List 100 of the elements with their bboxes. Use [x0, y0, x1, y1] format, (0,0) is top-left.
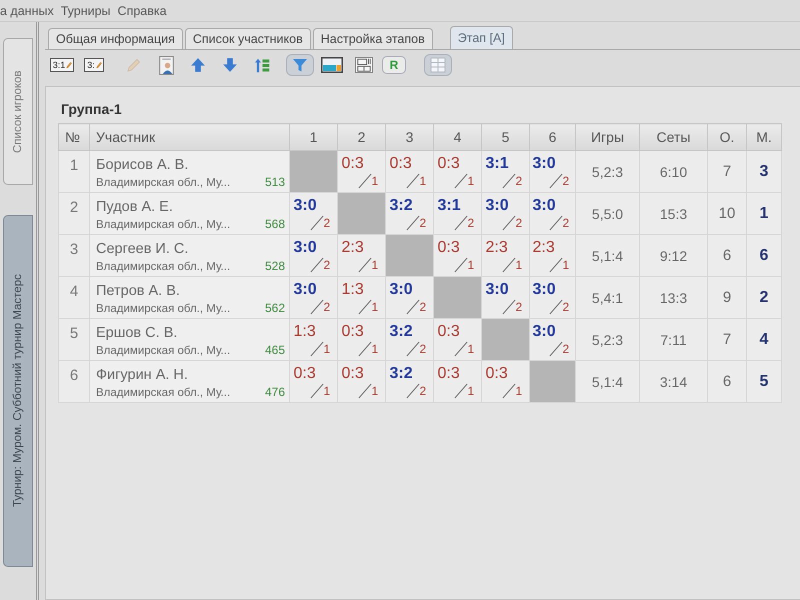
match-points: 1 [372, 298, 380, 316]
match-score: 0:3 [342, 322, 365, 340]
column-header: Участник [90, 124, 290, 150]
match-points: 1 [516, 256, 524, 274]
tab[interactable]: Этап [A] [450, 26, 513, 49]
match-points: 2 [420, 214, 428, 232]
games-value: 5,2:3 [576, 318, 640, 360]
menu-item[interactable]: Турниры [60, 4, 111, 18]
place-value: 3 [746, 150, 782, 192]
participant-region: Владимирская обл., Му... [96, 344, 230, 356]
match-score: 0:3 [486, 364, 509, 382]
slash-icon [454, 340, 468, 356]
match-score: 2:3 [342, 238, 365, 256]
games-value: 5,2:3 [576, 150, 640, 192]
slash-icon [454, 256, 468, 272]
column-header: Сеты [640, 124, 708, 150]
toolbar-button[interactable]: 3: [80, 54, 108, 76]
match-points: 2 [420, 382, 428, 400]
slash-icon [454, 172, 468, 188]
match-score: 3:1 [438, 196, 462, 214]
match-score: 0:3 [342, 154, 365, 172]
match-points: 2 [516, 172, 524, 190]
place-value: 4 [746, 318, 782, 360]
slash-icon [358, 340, 372, 356]
match-points: 2 [324, 256, 332, 274]
match-score: 3:0 [532, 196, 557, 214]
toolbar-button[interactable]: R [382, 56, 406, 74]
pencil-icon [126, 57, 142, 73]
slash-icon [454, 214, 468, 230]
match-score: 3:0 [390, 280, 414, 298]
slash-icon [406, 382, 420, 398]
column-header: 2 [338, 124, 386, 150]
participant-name: Фигурин А. Н. [96, 366, 189, 382]
match-score: 3:0 [294, 238, 318, 256]
match-points: 1 [372, 382, 380, 400]
games-value: 5,1:4 [576, 360, 640, 402]
participant-region: Владимирская обл., Му... [96, 386, 230, 398]
slash-icon [548, 340, 562, 356]
slash-icon [406, 172, 420, 188]
slash-icon [358, 298, 372, 314]
tab[interactable]: Общая информация [48, 28, 183, 49]
match-points: 2 [420, 298, 428, 316]
tab[interactable]: Настройка этапов [312, 28, 433, 49]
participant-rating: 528 [264, 258, 285, 272]
points-value: 6 [708, 234, 746, 276]
match-score: 3:0 [294, 196, 318, 214]
match-score: 1:3 [294, 322, 317, 340]
match-score: 1:3 [342, 280, 365, 298]
match-points: 2 [562, 172, 570, 190]
slash-icon [502, 214, 516, 230]
place-value: 1 [746, 192, 782, 234]
form-icon [353, 57, 375, 73]
slash-icon [310, 214, 324, 230]
games-value: 5,1:4 [576, 234, 640, 276]
column-header: О. [708, 124, 746, 150]
match-points: 2 [324, 298, 332, 316]
menu-item[interactable]: а данных [0, 4, 54, 18]
slash-icon [502, 172, 516, 188]
participant-region: Владимирская обл., Му... [96, 176, 230, 188]
points-value: 7 [708, 150, 746, 192]
participant-rating: 513 [264, 174, 285, 188]
match-score: 2:3 [486, 238, 509, 256]
place-value: 5 [746, 360, 782, 402]
match-points: 1 [372, 340, 380, 358]
match-points: 1 [324, 340, 332, 358]
match-score: 3:1 [486, 154, 510, 172]
place-value: 2 [746, 276, 782, 318]
match-score: 3:0 [486, 280, 510, 298]
side-tab[interactable]: Список игроков [3, 38, 33, 185]
slash-icon [502, 298, 516, 314]
match-points: 1 [324, 382, 332, 400]
match-points: 2 [420, 340, 428, 358]
match-points: 1 [468, 172, 476, 190]
column-header: 6 [530, 124, 576, 150]
slash-icon [502, 256, 516, 272]
slash-icon [310, 382, 324, 398]
participant-name: Пудов А. Е. [96, 198, 174, 214]
slash-icon [358, 172, 372, 188]
slash-icon [548, 256, 562, 272]
toolbar-button[interactable] [318, 54, 346, 76]
up-arrow-icon [190, 57, 206, 73]
sets-value: 13:3 [640, 276, 708, 318]
side-tab[interactable]: Турнир: Муром. Субботний турнир Мастерс [3, 215, 33, 567]
column-header: № [58, 124, 90, 150]
match-points: 1 [516, 382, 524, 400]
pencil-icon [96, 61, 102, 69]
menu-item[interactable]: Справка [118, 4, 167, 18]
participant-region: Владимирская обл., Му... [96, 260, 230, 272]
slash-icon [310, 256, 324, 272]
games-value: 5,4:1 [576, 276, 640, 318]
tab[interactable]: Список участников [184, 28, 311, 49]
match-score: 0:3 [342, 364, 365, 382]
sets-value: 9:12 [640, 234, 708, 276]
slash-icon [310, 298, 324, 314]
slash-icon [358, 256, 372, 272]
match-points: 1 [372, 256, 380, 274]
slash-icon [502, 382, 516, 398]
person-card-icon [158, 56, 174, 74]
match-score: 0:3 [438, 238, 461, 256]
match-score: 3:0 [532, 280, 557, 298]
